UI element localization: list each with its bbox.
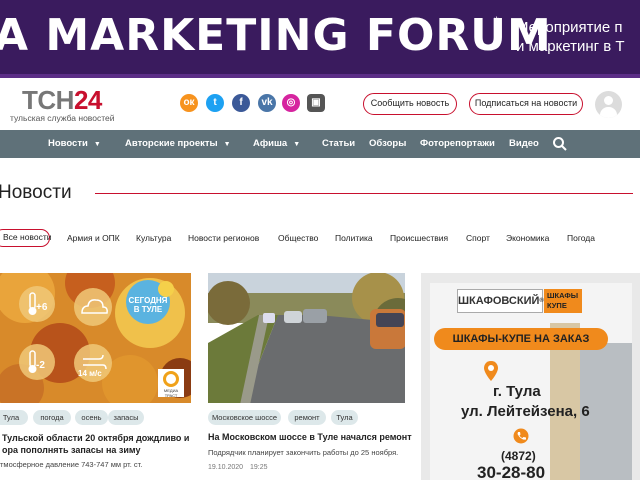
ad-phone-code: (4872) xyxy=(501,449,536,463)
nav-label: Новости xyxy=(48,138,88,149)
road-photo xyxy=(208,273,405,403)
news-description: тмосферное давление 743-747 мм рт. ст. xyxy=(0,460,143,469)
tag-stocks[interactable]: запасы xyxy=(108,410,144,425)
instagram-icon[interactable]: ◎ xyxy=(282,94,300,112)
facebook-icon[interactable]: f xyxy=(232,94,250,112)
category-army[interactable]: Армия и ОПК xyxy=(67,229,120,247)
top-ad-banner[interactable]: A MARKETING FORUM * Мероприятие п и марк… xyxy=(0,0,640,78)
badge-line: В ТУЛЕ xyxy=(133,305,163,314)
media-trust-logo: МЕДИА ТРАСТ xyxy=(158,369,184,398)
ad-phone: 30-28-80 xyxy=(477,463,546,480)
banner-star: * xyxy=(494,14,499,28)
category-regions[interactable]: Новости регионов xyxy=(188,229,259,247)
news-title-line: ора пополнять запасы на зиму xyxy=(2,445,141,455)
news-title[interactable]: Тульской области 20 октября дождливо и о… xyxy=(2,432,189,456)
phone-icon xyxy=(513,428,529,444)
avatar-head xyxy=(604,96,613,105)
category-incidents[interactable]: Происшествия xyxy=(390,229,448,247)
subscribe-button[interactable]: Подписаться на новости xyxy=(469,93,583,115)
ad-city: г. Тула xyxy=(493,383,541,400)
category-culture[interactable]: Культура xyxy=(136,229,171,247)
search-icon[interactable] xyxy=(552,136,568,152)
road-card-image[interactable] xyxy=(208,273,405,403)
category-all[interactable]: Все новости xyxy=(0,229,51,247)
temp-day: +6 xyxy=(36,302,48,313)
chevron-down-icon: ▼ xyxy=(223,141,231,148)
today-in-tula-badge: СЕГОДНЯ В ТУЛЕ xyxy=(124,296,172,314)
twitter-icon[interactable]: t xyxy=(206,94,224,112)
ad-address: ул. Лейтейзена, 6 xyxy=(461,403,590,420)
wind-speed: 14 м/с xyxy=(78,369,102,378)
location-pin-icon xyxy=(484,361,498,381)
chevron-down-icon: ▼ xyxy=(293,141,301,148)
weather-card-image[interactable]: +6 -2 14 м/с СЕГОДНЯ В ТУЛЕ МЕДИА ТРАСТ xyxy=(0,273,191,403)
tag-autumn[interactable]: осень xyxy=(75,410,108,425)
ad-slogan: ШКАФЫ-КУПЕ НА ЗАКАЗ xyxy=(434,328,608,350)
ad-brand: ШКАФОВСКИЙ® xyxy=(457,289,544,313)
nav-item-photoreports[interactable]: Фоторепортажи xyxy=(420,130,495,158)
title-divider xyxy=(95,193,633,194)
logo-number: 24 xyxy=(73,85,102,115)
page-title: Новости xyxy=(0,182,72,203)
chevron-down-icon: ▼ xyxy=(93,141,101,148)
category-society[interactable]: Общество xyxy=(278,229,318,247)
nav-item-video[interactable]: Видео xyxy=(509,130,539,158)
site-header: ТСН24 тульская служба новостей ок t f vk… xyxy=(0,78,640,130)
tag-moskovskoe-shosse[interactable]: Московское шоссе xyxy=(208,410,281,425)
media-trust-text: МЕДИА ТРАСТ xyxy=(163,388,179,398)
side-ad[interactable]: ШКАФОВСКИЙ® ШКАФЫ КУПЕ ШКАФЫ-КУПЕ НА ЗАК… xyxy=(421,273,640,480)
nav-label: Авторские проекты xyxy=(125,138,218,149)
banner-subtitle: Мероприятие п и маркетинг в Т xyxy=(516,18,625,56)
nav-item-afisha[interactable]: Афиша ▼ xyxy=(253,130,300,158)
nav-item-news[interactable]: Новости ▼ xyxy=(48,130,101,158)
banner-subtitle-line: Мероприятие п xyxy=(516,19,623,36)
temp-night: -2 xyxy=(36,360,45,371)
banner-subtitle-line: и маркетинг в Т xyxy=(516,38,625,55)
news-date: 19.10.2020 xyxy=(208,464,244,471)
cloud-icon xyxy=(74,288,112,326)
ad-brand-name: ШКАФОВСКИЙ xyxy=(458,295,540,307)
category-sport[interactable]: Спорт xyxy=(466,229,490,247)
category-economy[interactable]: Экономика xyxy=(506,229,549,247)
main-nav: Новости ▼ Авторские проекты ▼ Афиша ▼ Стать… xyxy=(0,130,640,158)
logo-subtitle: тульская служба новостей xyxy=(10,113,115,123)
nav-item-author-projects[interactable]: Авторские проекты ▼ xyxy=(125,130,231,158)
tag-weather[interactable]: погода xyxy=(33,410,71,425)
site-logo[interactable]: ТСН24 xyxy=(22,86,102,114)
category-politics[interactable]: Политика xyxy=(335,229,373,247)
nav-item-articles[interactable]: Статьи xyxy=(322,130,355,158)
tag-repair[interactable]: ремонт xyxy=(288,410,326,425)
odnoklassniki-icon[interactable]: ок xyxy=(180,94,198,112)
category-weather[interactable]: Погода xyxy=(567,229,595,247)
tag-tula[interactable]: Тула xyxy=(331,410,358,425)
banner-title: A MARKETING FORUM xyxy=(0,10,552,61)
nav-item-reviews[interactable]: Обзоры xyxy=(369,130,406,158)
nav-label: Афиша xyxy=(253,138,288,149)
news-title-line: Тульской области 20 октября дождливо и xyxy=(2,433,190,443)
logo-text: ТСН xyxy=(22,85,74,115)
report-news-button[interactable]: Сообщить новость xyxy=(363,93,457,115)
ad-brand-right: ШКАФЫ КУПЕ xyxy=(544,289,582,313)
news-description: Подрядчик планирует закончить работы до … xyxy=(208,448,399,457)
avatar-body xyxy=(600,107,617,118)
badge-line: СЕГОДНЯ xyxy=(128,296,168,305)
user-avatar[interactable] xyxy=(595,91,622,118)
tag-tula[interactable]: Тула xyxy=(0,410,28,425)
news-time: 19:25 xyxy=(250,464,268,471)
vk-icon[interactable]: vk xyxy=(258,94,276,112)
rss-icon[interactable]: ▣ xyxy=(307,94,325,112)
news-title[interactable]: На Московском шоссе в Туле начался ремон… xyxy=(208,431,412,443)
media-trust-circle xyxy=(163,371,179,387)
